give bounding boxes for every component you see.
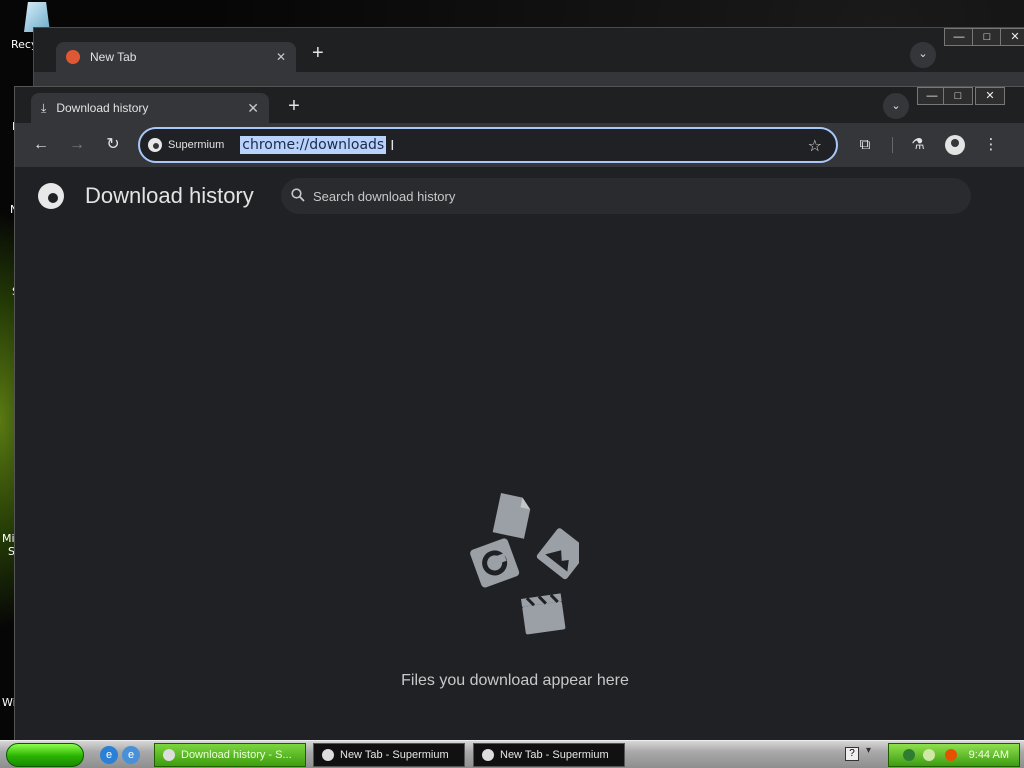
site-chip-label: Supermium [168, 139, 225, 151]
bookmark-star-icon[interactable]: ☆ [808, 136, 822, 156]
image-icon [536, 528, 579, 580]
close-icon[interactable]: ✕ [276, 50, 286, 64]
forward-arrow-icon[interactable]: → [65, 133, 89, 157]
tab-title: Download history [56, 101, 149, 115]
clock: 9:44 AM [968, 749, 1009, 761]
volume-icon[interactable] [923, 749, 935, 761]
taskbar-item-download-history[interactable]: Download history - S... [154, 743, 306, 767]
url-wrapper: chrome://downloads [240, 136, 387, 154]
maximize-button[interactable]: □ [943, 87, 973, 105]
tab-search-button[interactable]: ⌄ [910, 42, 936, 68]
chrome-icon [148, 138, 162, 152]
back-arrow-icon[interactable]: ← [29, 133, 53, 157]
taskbar-item-new-tab-2[interactable]: New Tab - Supermium [473, 743, 625, 767]
back-minimize-button[interactable]: — [944, 28, 974, 46]
file-icon [492, 493, 531, 539]
search-icon [291, 187, 305, 205]
extensions-icon[interactable]: ⧉ [853, 133, 877, 157]
new-tab-button[interactable]: + [312, 42, 324, 65]
search-input[interactable] [313, 178, 971, 214]
site-info-chip[interactable]: Supermium [148, 138, 224, 152]
browser-window: ⤓ Download history ✕ + ⌄ — □ ✕ ← → ↻ Sup… [14, 86, 1024, 741]
video-icon [521, 593, 566, 635]
profile-avatar-icon[interactable] [945, 135, 965, 155]
taskbar-item-label: New Tab - Supermium [500, 749, 609, 761]
empty-state-message: Files you download appear here [401, 672, 629, 689]
network-icon[interactable] [903, 749, 915, 761]
tray-expand-icon[interactable]: ▾ [866, 745, 871, 756]
back-tab-title: New Tab [90, 50, 137, 64]
empty-downloads-illustration [470, 493, 579, 635]
chrome-logo-icon [38, 183, 64, 209]
close-button[interactable]: ✕ [975, 87, 1005, 105]
text-cursor-icon: I [390, 136, 395, 154]
tab-download-history[interactable]: ⤓ Download history ✕ [31, 93, 269, 123]
back-close-button[interactable]: ✕ [1000, 28, 1024, 46]
toolbar: ← → ↻ Supermium chrome://downloads I ☆ ⧉… [15, 123, 1024, 167]
reload-icon[interactable]: ↻ [101, 133, 125, 157]
internet-explorer-icon[interactable]: e [100, 746, 118, 764]
address-bar[interactable]: Supermium chrome://downloads I ☆ [138, 127, 838, 163]
duckduckgo-icon [66, 50, 80, 64]
menu-dots-icon[interactable]: ⋮ [979, 133, 1003, 157]
back-maximize-button[interactable]: □ [972, 28, 1002, 46]
title-bar: ⤓ Download history ✕ + ⌄ — □ ✕ [15, 87, 1024, 123]
taskbar-item-label: New Tab - Supermium [340, 749, 449, 761]
start-button[interactable] [6, 743, 84, 767]
taskbar: e e Download history - S... New Tab - Su… [0, 740, 1024, 768]
tab-search-button[interactable]: ⌄ [883, 93, 909, 119]
downloads-page: Download history Search download history… [15, 167, 1024, 741]
taskbar-item-label: Download history - S... [181, 749, 292, 761]
url-text[interactable]: chrome://downloads [240, 136, 387, 154]
help-icon[interactable]: ? [845, 747, 859, 761]
system-tray: 9:44 AM [888, 743, 1020, 767]
toolbar-divider [892, 137, 893, 153]
close-icon[interactable]: ✕ [247, 100, 259, 117]
quick-launch-icon[interactable]: e [122, 746, 140, 764]
app-icon [470, 538, 520, 588]
flask-icon[interactable]: ⚗ [906, 133, 930, 157]
download-icon: ⤓ [41, 100, 47, 115]
taskbar-item-new-tab[interactable]: New Tab - Supermium [313, 743, 465, 767]
new-tab-button[interactable]: + [281, 94, 307, 120]
back-tab-new-tab[interactable]: New Tab ✕ [56, 42, 296, 72]
supermium-icon [163, 749, 175, 761]
search-tray-icon[interactable] [945, 749, 957, 761]
page-title: Download history [85, 183, 254, 208]
supermium-icon [482, 749, 494, 761]
supermium-icon [322, 749, 334, 761]
search-box[interactable] [281, 178, 971, 214]
